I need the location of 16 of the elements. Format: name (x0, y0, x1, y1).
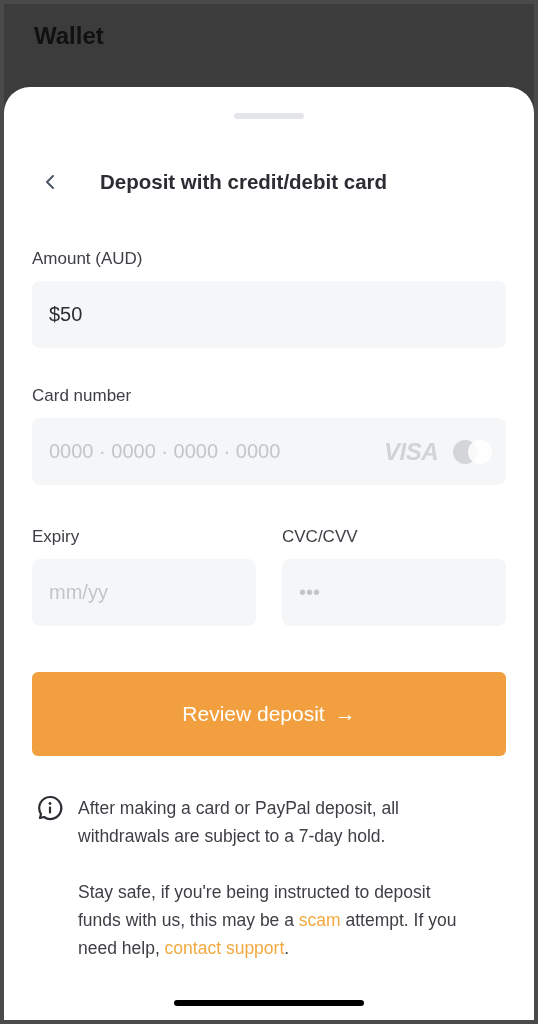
card-network-icon (452, 438, 494, 465)
chevron-left-icon (45, 174, 55, 190)
cvc-field[interactable]: ••• (282, 559, 506, 626)
field-label: Card number (32, 386, 133, 406)
field-label: Amount (AUD) (32, 249, 144, 269)
sheet-handle[interactable] (234, 113, 304, 119)
text-link[interactable]: contact support (164, 938, 285, 958)
amount-field[interactable]: $50 (32, 281, 506, 348)
field-label: Expiry (32, 527, 81, 547)
notice-text: After making a card or PayPal deposit, all withdrawals are subject to a 7-day hold. (78, 797, 400, 848)
text-link[interactable]: scam (298, 910, 341, 930)
notice-text: Stay safe, if you're being instructed to deposit funds with us, this may be a scam attempt. If you need help, contact support. (78, 881, 458, 960)
field-label: CVC/CVV (282, 527, 359, 547)
info-icon (36, 794, 64, 822)
review-deposit-button[interactable]: Review deposit → (32, 672, 506, 756)
sheet-title: Deposit with credit/debit card (100, 170, 388, 194)
